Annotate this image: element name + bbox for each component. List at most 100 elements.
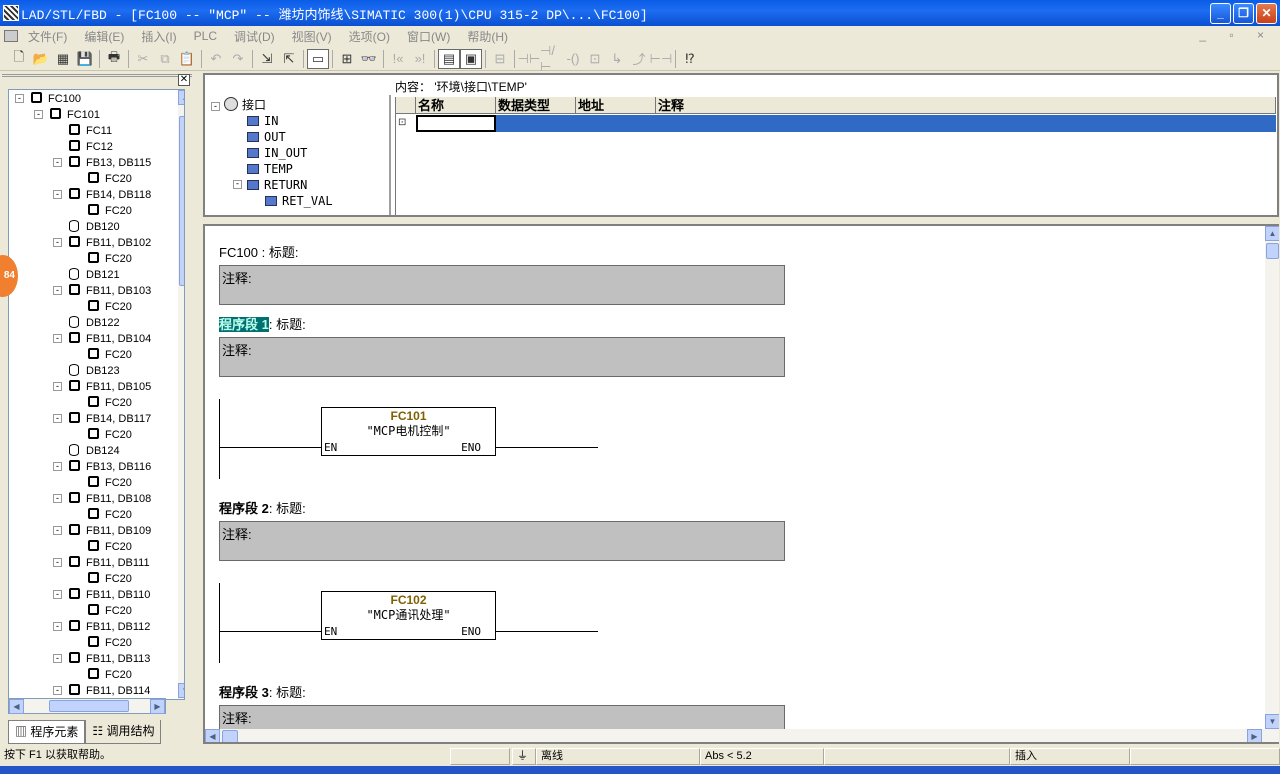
new-file-icon[interactable]: 🗋 xyxy=(8,49,30,69)
tree-node[interactable]: FC11 xyxy=(69,123,112,139)
tree-node[interactable]: FC101 xyxy=(50,107,100,123)
menu-debug[interactable]: 调试(D) xyxy=(234,28,275,45)
upload-icon[interactable]: ⇱ xyxy=(278,49,300,69)
collapse-icon[interactable]: - xyxy=(15,94,24,103)
menu-file[interactable]: 文件(F) xyxy=(28,28,67,45)
interface-item[interactable]: TEMP xyxy=(247,161,293,177)
tree-node[interactable]: FB11, DB109 xyxy=(69,523,151,539)
network-2-comment[interactable]: 注释: xyxy=(219,521,785,561)
tree-node[interactable]: FB11, DB111 xyxy=(69,555,150,571)
close-branch-icon[interactable]: ⤴ xyxy=(628,49,650,69)
column-header-address[interactable]: 地址 xyxy=(576,97,656,114)
nc-contact-icon[interactable]: ⊣/⊢ xyxy=(540,43,562,74)
interface-item[interactable]: - RETURN xyxy=(233,177,307,193)
column-header-comment[interactable]: 注释 xyxy=(656,97,1276,114)
save-icon[interactable]: 💾 xyxy=(74,49,96,69)
download-icon[interactable]: ⇲ xyxy=(256,49,278,69)
collapse-icon[interactable]: - xyxy=(53,526,62,535)
menu-insert[interactable]: 插入(I) xyxy=(141,28,176,45)
tree-node[interactable]: FB14, DB118 xyxy=(69,187,151,203)
collapse-icon[interactable]: - xyxy=(53,558,62,567)
tree-node[interactable]: FB11, DB105 xyxy=(69,379,151,395)
editor-scroll-thumb[interactable] xyxy=(1266,243,1279,259)
coil-icon[interactable]: -() xyxy=(562,49,584,69)
interface-root[interactable]: - 接口 xyxy=(211,97,266,113)
scroll-right-icon[interactable]: ▶ xyxy=(150,699,165,714)
collapse-icon[interactable]: - xyxy=(53,494,62,503)
scroll-down-icon[interactable]: ▼ xyxy=(178,683,184,698)
tree-node[interactable]: FC20 xyxy=(88,539,132,555)
tree-node[interactable]: FC20 xyxy=(88,251,132,267)
tree-horizontal-scrollbar[interactable]: ◀ ▶ xyxy=(8,698,166,714)
tree-node[interactable]: DB122 xyxy=(69,315,120,331)
tree-scroll-thumb[interactable] xyxy=(179,116,184,286)
menu-edit[interactable]: 编辑(E) xyxy=(84,28,124,45)
tree-node[interactable]: FC20 xyxy=(88,667,132,683)
tree-node[interactable]: FC12 xyxy=(69,139,113,155)
collapse-icon[interactable]: - xyxy=(34,110,43,119)
tree-hscroll-thumb[interactable] xyxy=(49,700,129,712)
details-view-icon[interactable]: ▣ xyxy=(460,48,482,69)
menu-window[interactable]: 窗口(W) xyxy=(407,28,450,45)
tab-call-structure[interactable]: ☷ 调用结构 xyxy=(85,720,162,744)
tree-node[interactable]: FB11, DB112 xyxy=(69,619,150,635)
pane-grip[interactable] xyxy=(2,74,192,84)
mdi-controls[interactable]: _ ▫ × xyxy=(1199,28,1274,42)
tree-node[interactable]: FC20 xyxy=(88,635,132,651)
tree-node[interactable]: FB14, DB117 xyxy=(69,411,151,427)
scroll-down-icon[interactable]: ▼ xyxy=(1265,714,1279,729)
tree-node[interactable]: FB11, DB108 xyxy=(69,491,151,507)
tree-node[interactable]: DB124 xyxy=(69,443,120,459)
fc102-call-box[interactable]: FC102 "MCP通讯处理" EN ENO xyxy=(321,591,496,640)
network-1-title[interactable]: 程序段 1: 标题: xyxy=(219,314,306,333)
interface-item[interactable]: RET_VAL xyxy=(265,193,333,209)
network-icon[interactable]: ⊞ xyxy=(336,49,358,69)
pane-close-icon[interactable]: ✕ xyxy=(178,74,190,86)
editor-hscroll-thumb[interactable] xyxy=(222,730,238,742)
interface-item[interactable]: OUT xyxy=(247,129,286,145)
no-contact-icon[interactable]: ⊣⊢ xyxy=(518,49,541,69)
menu-options[interactable]: 选项(O) xyxy=(349,28,390,45)
tree-node[interactable]: FC100 xyxy=(31,91,81,107)
name-cell-input[interactable] xyxy=(416,115,496,132)
tree-node[interactable]: FC20 xyxy=(88,395,132,411)
open-branch-icon[interactable]: ↳ xyxy=(606,49,628,69)
connection-icon[interactable]: ⊢⊣ xyxy=(650,49,673,69)
cut-icon[interactable]: ✂ xyxy=(132,49,154,69)
tree-node[interactable]: FC20 xyxy=(88,171,132,187)
paste-icon[interactable]: 📋 xyxy=(176,49,198,69)
collapse-icon[interactable]: - xyxy=(53,462,62,471)
tree-node[interactable]: FC20 xyxy=(88,299,132,315)
interface-item[interactable]: IN xyxy=(247,113,278,129)
collapse-icon[interactable]: - xyxy=(211,102,220,111)
print-icon[interactable]: 🖶 xyxy=(103,49,125,69)
tree-node[interactable]: FC20 xyxy=(88,427,132,443)
network-1-comment[interactable]: 注释: xyxy=(219,337,785,377)
selected-row[interactable] xyxy=(496,115,1276,132)
collapse-icon[interactable]: - xyxy=(53,414,62,423)
tree-node[interactable]: FC20 xyxy=(88,203,132,219)
editor-vertical-scrollbar[interactable]: ▲ ▼ xyxy=(1265,226,1279,742)
tree-node[interactable]: DB123 xyxy=(69,363,120,379)
redo-icon[interactable]: ↷ xyxy=(227,49,249,69)
tree-node[interactable]: FB11, DB113 xyxy=(69,651,150,667)
collapse-icon[interactable]: - xyxy=(53,286,62,295)
tree-node[interactable]: FB11, DB102 xyxy=(69,235,151,251)
scroll-left-icon[interactable]: ◀ xyxy=(9,699,24,714)
tree-node[interactable]: FC20 xyxy=(88,571,132,587)
editor-horizontal-scrollbar[interactable]: ◀ ▶ xyxy=(205,729,1265,742)
overview-icon[interactable]: ▭ xyxy=(307,48,329,69)
tree-node[interactable]: DB121 xyxy=(69,267,120,283)
new-network-icon[interactable]: ⊟ xyxy=(489,49,511,69)
tree-node[interactable]: FB13, DB115 xyxy=(69,155,151,171)
column-header-name[interactable]: 名称 xyxy=(416,97,496,114)
tree-node[interactable]: FC20 xyxy=(88,603,132,619)
tree-node[interactable]: FB11, DB114 xyxy=(69,683,150,699)
scroll-right-icon[interactable]: ▶ xyxy=(1247,729,1262,742)
collapse-icon[interactable]: - xyxy=(53,238,62,247)
program-elements-icon[interactable]: ▤ xyxy=(438,48,460,69)
collapse-icon[interactable]: - xyxy=(53,382,62,391)
collapse-icon[interactable]: - xyxy=(53,334,62,343)
tree-node[interactable]: FB13, DB116 xyxy=(69,459,151,475)
tree-node[interactable]: FC20 xyxy=(88,475,132,491)
